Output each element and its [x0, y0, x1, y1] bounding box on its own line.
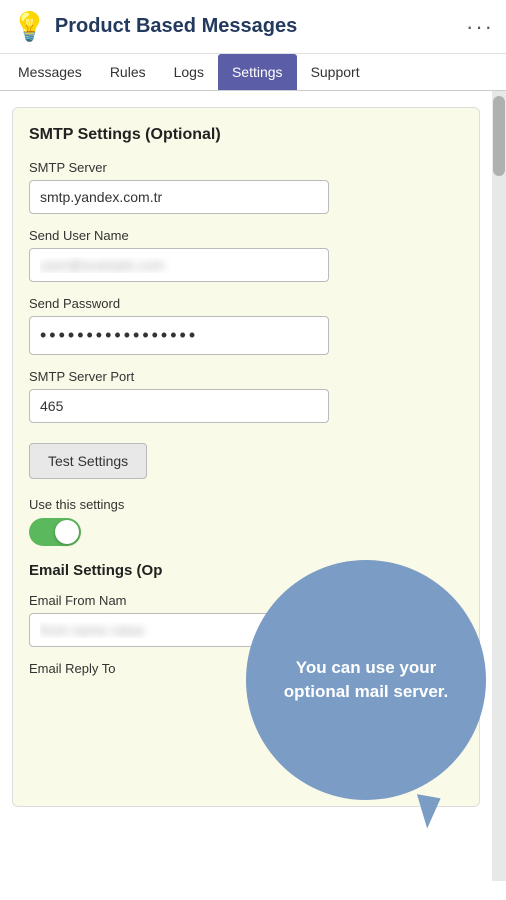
app-header: 💡 Product Based Messages ··· [0, 0, 506, 54]
use-settings-toggle[interactable] [29, 518, 81, 546]
smtp-server-label: SMTP Server [29, 160, 463, 175]
send-username-label: Send User Name [29, 228, 463, 243]
tab-rules[interactable]: Rules [96, 54, 160, 90]
more-options-icon[interactable]: ··· [466, 14, 494, 40]
toggle-knob [55, 520, 79, 544]
app-title: Product Based Messages [55, 15, 297, 38]
toggle-label: Use this settings [29, 497, 463, 512]
smtp-port-group: SMTP Server Port [29, 369, 463, 423]
smtp-server-group: SMTP Server [29, 160, 463, 214]
send-password-input[interactable] [29, 316, 329, 355]
tab-logs[interactable]: Logs [160, 54, 218, 90]
scrollbar-thumb[interactable] [493, 96, 505, 176]
test-settings-button[interactable]: Test Settings [29, 443, 147, 479]
tooltip-bubble: You can use your optional mail server. [246, 560, 486, 800]
smtp-port-label: SMTP Server Port [29, 369, 463, 384]
tab-settings[interactable]: Settings [218, 54, 297, 90]
send-password-group: Send Password [29, 296, 463, 355]
send-username-group: Send User Name [29, 228, 463, 282]
nav-tabs: Messages Rules Logs Settings Support [0, 54, 506, 91]
smtp-port-input[interactable] [29, 389, 329, 423]
scrollbar-track[interactable] [492, 91, 506, 881]
tab-messages[interactable]: Messages [4, 54, 96, 90]
use-settings-toggle-row: Use this settings [29, 497, 463, 546]
tab-support[interactable]: Support [297, 54, 374, 90]
smtp-server-input[interactable] [29, 180, 329, 214]
app-icon: 💡 [12, 10, 47, 43]
tooltip-text: You can use your optional mail server. [270, 656, 462, 704]
send-password-label: Send Password [29, 296, 463, 311]
send-username-input[interactable] [29, 248, 329, 282]
smtp-section-title: SMTP Settings (Optional) [29, 126, 463, 144]
header-left: 💡 Product Based Messages [12, 10, 297, 43]
